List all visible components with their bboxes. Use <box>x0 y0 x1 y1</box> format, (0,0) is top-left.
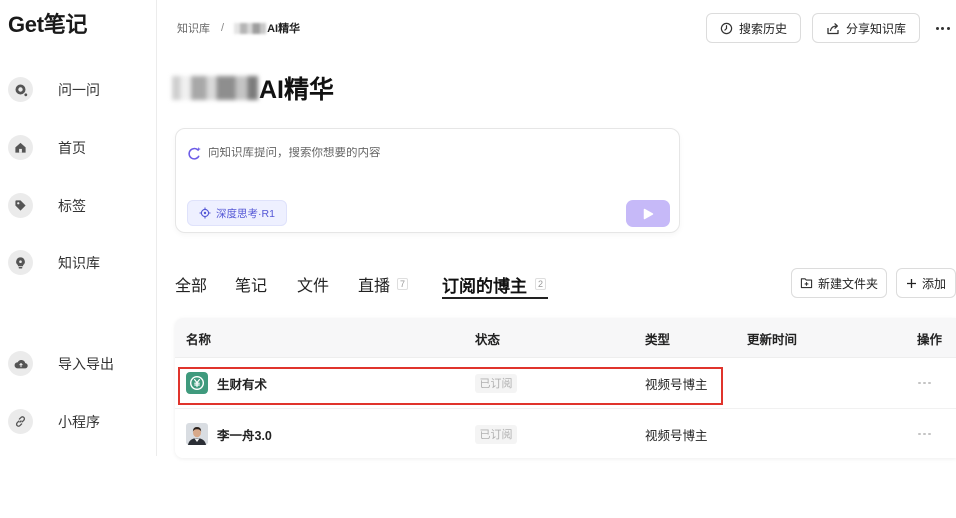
send-icon <box>641 207 655 221</box>
column-header-actions: 操作 <box>917 332 943 347</box>
add-label: 添加 <box>921 276 946 291</box>
send-button[interactable] <box>626 200 670 227</box>
column-header-updated: 更新时间 <box>747 332 798 347</box>
new-folder-button[interactable]: 新建文件夹 <box>791 268 887 298</box>
share-label: 分享知识库 <box>845 21 906 36</box>
ai-chat-icon <box>8 77 33 102</box>
tab-live[interactable]: 直播 7 <box>358 270 409 298</box>
home-icon <box>8 135 33 160</box>
add-button[interactable]: 添加 <box>896 268 956 298</box>
row-more-button[interactable] <box>918 358 931 408</box>
deep-think-icon <box>199 207 211 219</box>
status-badge: 已订阅 <box>475 424 517 444</box>
column-header-type: 类型 <box>645 332 671 347</box>
table-row[interactable]: 生财有术 已订阅 视频号博主 <box>175 358 956 408</box>
search-history-label: 搜索历史 <box>738 21 787 36</box>
new-folder-icon <box>800 277 813 289</box>
ask-input-row <box>187 145 668 161</box>
breadcrumb-current: AI精华 <box>267 23 301 35</box>
sidebar-item-knowledge-base[interactable]: 知识库 <box>8 250 148 275</box>
new-folder-label: 新建文件夹 <box>817 276 878 291</box>
column-header-status: 状态 <box>475 332 501 347</box>
table-row[interactable]: 李一舟3.0 已订阅 视频号博主 <box>175 408 956 458</box>
sidebar-item-label: 首页 <box>58 139 86 156</box>
deep-think-toggle[interactable]: 深度思考·R1 <box>187 200 287 226</box>
bulb-icon <box>8 250 33 275</box>
sidebar-item-label: 知识库 <box>58 254 100 271</box>
link-icon <box>8 409 33 434</box>
breadcrumb-separator: / <box>221 22 225 34</box>
tab-label: 订阅的博主 <box>442 276 527 296</box>
bloggers-table: 名称 状态 类型 更新时间 操作 生财有术 已订阅 视频号博主 李一舟3.0 已… <box>175 318 956 458</box>
app-logo[interactable]: Get笔记 <box>8 12 87 38</box>
tab-label: 笔记 <box>235 278 268 295</box>
ask-input[interactable] <box>208 147 668 159</box>
status-badge: 已订阅 <box>475 373 517 393</box>
sidebar-item-ask[interactable]: 问一问 <box>8 77 148 102</box>
tab-label: 全部 <box>175 278 208 295</box>
tab-label: 文件 <box>297 278 330 295</box>
status-cell: 已订阅 <box>475 409 517 459</box>
blogger-name[interactable]: 李一舟3.0 <box>217 425 272 444</box>
search-history-button[interactable]: 搜索历史 <box>706 13 801 43</box>
sidebar-item-mini-program[interactable]: 小程序 <box>8 409 148 434</box>
redacted-text <box>234 22 267 34</box>
tab-label: 直播 <box>358 278 391 295</box>
sidebar-item-label: 导入导出 <box>58 355 114 372</box>
deep-think-label: 深度思考·R1 <box>216 207 275 220</box>
blogger-name[interactable]: 生财有术 <box>217 374 267 393</box>
clock-icon <box>720 22 733 35</box>
name-cell: 生财有术 <box>186 358 267 408</box>
share-knowledge-base-button[interactable]: 分享知识库 <box>812 13 920 43</box>
name-cell: 李一舟3.0 <box>186 409 272 459</box>
sidebar-item-label: 小程序 <box>58 413 100 430</box>
more-dots-icon <box>935 26 950 30</box>
ask-knowledge-base-box: 深度思考·R1 <box>175 128 680 233</box>
redacted-text <box>172 76 258 100</box>
sidebar-item-import-export[interactable]: 导入导出 <box>8 351 148 376</box>
tag-icon <box>8 193 33 218</box>
sidebar-item-tags[interactable]: 标签 <box>8 193 148 218</box>
tab-all[interactable]: 全部 <box>175 270 207 298</box>
status-cell: 已订阅 <box>475 358 517 408</box>
ai-search-icon <box>187 146 202 161</box>
active-tab-indicator <box>442 297 548 299</box>
breadcrumb-root[interactable]: 知识库 <box>177 20 210 36</box>
page-title-text: AI精华 <box>259 76 335 104</box>
column-header-name: 名称 <box>186 332 212 347</box>
tab-files[interactable]: 文件 <box>297 270 329 298</box>
tab-count-badge: 7 <box>397 278 409 290</box>
tab-count-badge: 2 <box>535 278 546 290</box>
sidebar: Get笔记 问一问 首页 标签 知识库 导入导出 小程序 <box>0 0 157 456</box>
person-avatar <box>186 423 208 445</box>
plus-icon <box>906 278 917 289</box>
yuan-badge-icon <box>186 372 208 394</box>
more-button[interactable] <box>934 20 951 36</box>
sidebar-item-label: 标签 <box>58 197 86 214</box>
page-title: AI精华 <box>172 72 334 104</box>
share-icon <box>826 22 840 35</box>
type-cell: 视频号博主 <box>645 377 708 392</box>
content-tabs: 全部 笔记 文件 直播 7 订阅的博主 2 <box>175 270 575 300</box>
sidebar-item-label: 问一问 <box>58 81 100 98</box>
more-dots-icon <box>918 432 931 436</box>
type-cell: 视频号博主 <box>645 428 708 443</box>
cloud-sync-icon <box>8 351 33 376</box>
tab-subscribed-bloggers[interactable]: 订阅的博主 2 <box>442 270 546 298</box>
sidebar-item-home[interactable]: 首页 <box>8 135 148 160</box>
row-more-button[interactable] <box>918 409 931 459</box>
breadcrumb: 知识库 / AI精华 <box>177 21 300 35</box>
more-dots-icon <box>918 381 931 385</box>
table-header: 名称 状态 类型 更新时间 操作 <box>175 318 956 358</box>
tab-notes[interactable]: 笔记 <box>235 270 267 298</box>
